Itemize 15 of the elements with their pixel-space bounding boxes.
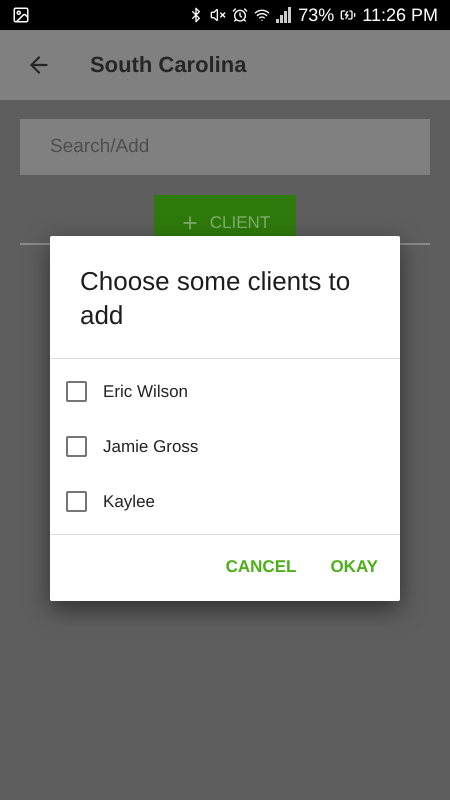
client-name[interactable]: Jamie Gross bbox=[103, 436, 198, 456]
checkbox[interactable] bbox=[66, 381, 87, 402]
client-name[interactable]: Eric Wilson bbox=[103, 382, 188, 402]
clock: 11:26 PM bbox=[362, 4, 438, 26]
checkbox[interactable] bbox=[66, 436, 87, 457]
picture-icon bbox=[12, 6, 30, 24]
battery-percent: 73% bbox=[298, 4, 334, 26]
dialog-title: Choose some clients to add bbox=[79, 265, 352, 332]
mute-icon bbox=[210, 7, 226, 23]
signal-icon bbox=[276, 7, 292, 23]
checkbox[interactable] bbox=[66, 491, 87, 512]
alarm-icon bbox=[232, 7, 248, 23]
client-name[interactable]: Kaylee bbox=[103, 492, 155, 512]
wifi-icon bbox=[254, 7, 270, 23]
screen-title: South Carolina bbox=[90, 52, 246, 78]
